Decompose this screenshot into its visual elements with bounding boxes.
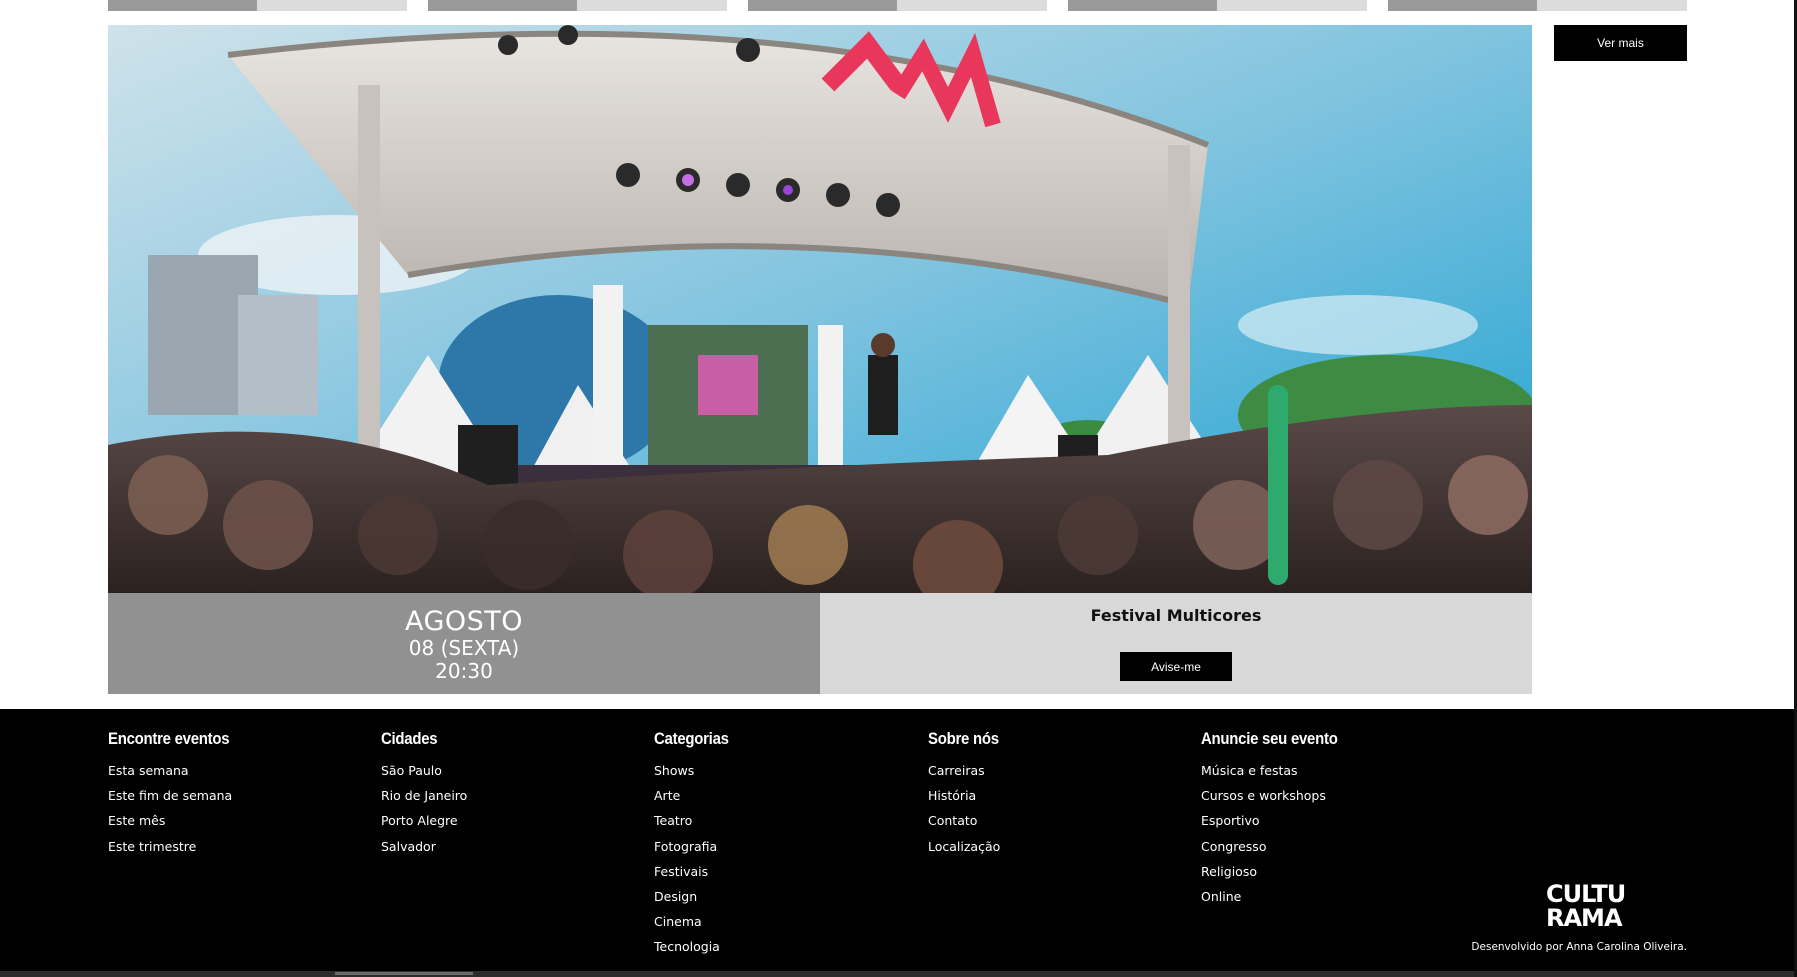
footer-column-cities: Cidades São Paulo Rio de Janeiro Porto A…: [381, 729, 467, 859]
card-strip: [428, 0, 727, 11]
event-time: 20:30: [435, 659, 493, 683]
footer-link[interactable]: Salvador: [381, 834, 467, 859]
footer-link[interactable]: Arte: [654, 783, 739, 808]
card-strip: [1388, 0, 1687, 11]
footer-column-about: Sobre nós Carreiras História Contato Loc…: [928, 729, 1008, 859]
footer-link[interactable]: Congresso: [1201, 834, 1356, 859]
previous-cards-row: [108, 0, 1687, 11]
footer-link[interactable]: Contato: [928, 808, 1008, 833]
footer-link[interactable]: Este trimestre: [108, 834, 246, 859]
footer-column-title: Cidades: [381, 729, 438, 748]
footer-link[interactable]: Este mês: [108, 808, 246, 833]
footer-link[interactable]: Esportivo: [1201, 808, 1356, 833]
logo-line: RAMA: [1546, 904, 1623, 932]
footer-link[interactable]: Teatro: [654, 808, 739, 833]
event-month: AGOSTO: [404, 606, 524, 637]
footer-link[interactable]: Rio de Janeiro: [381, 783, 467, 808]
footer-column-advertise: Anuncie seu evento Música e festas Curso…: [1201, 729, 1356, 909]
card-strip: [748, 0, 1047, 11]
event-info-panel: Festival Multicores Avise-me: [820, 593, 1532, 694]
horizontal-scrollbar[interactable]: [0, 971, 1794, 977]
footer-link[interactable]: Festivais: [654, 859, 739, 884]
event-image[interactable]: [108, 25, 1532, 593]
footer-column-title: Anuncie seu evento: [1201, 729, 1338, 748]
card-strip: [1068, 0, 1367, 11]
footer-link[interactable]: Cinema: [654, 909, 739, 934]
event-title: Festival Multicores: [1090, 606, 1262, 625]
footer-link[interactable]: Religioso: [1201, 859, 1356, 884]
footer-column-find-events: Encontre eventos Esta semana Este fim de…: [108, 729, 246, 859]
footer-link[interactable]: Shows: [654, 758, 739, 783]
culturama-logo[interactable]: CULTU RAMA: [1546, 880, 1626, 938]
footer-link[interactable]: História: [928, 783, 1008, 808]
footer-link[interactable]: Música e festas: [1201, 758, 1356, 783]
footer-column-title: Categorias: [654, 729, 729, 748]
see-more-button[interactable]: Ver mais: [1554, 25, 1687, 61]
footer-column-title: Encontre eventos: [108, 729, 230, 748]
footer-link[interactable]: São Paulo: [381, 758, 467, 783]
footer-link[interactable]: Porto Alegre: [381, 808, 467, 833]
footer-link[interactable]: Fotografia: [654, 834, 739, 859]
event-date-panel: AGOSTO 08 (SEXTA) 20:30: [108, 593, 820, 694]
developer-credit: Desenvolvido por Anna Carolina Oliveira.: [1471, 941, 1687, 953]
footer-link[interactable]: Online: [1201, 884, 1356, 909]
footer-link[interactable]: Tecnologia: [654, 934, 739, 959]
scrollbar-thumb[interactable]: [335, 972, 473, 975]
concert-stage-photo-icon: [108, 25, 1532, 593]
footer-link[interactable]: Cursos e workshops: [1201, 783, 1356, 808]
event-day: 08 (SEXTA): [408, 636, 520, 660]
site-footer: Encontre eventos Esta semana Este fim de…: [0, 709, 1794, 971]
footer-link[interactable]: Design: [654, 884, 739, 909]
notify-me-button[interactable]: Avise-me: [1120, 652, 1232, 681]
logo-line: CULTU: [1546, 880, 1626, 908]
footer-column-categories: Categorias Shows Arte Teatro Fotografia …: [654, 729, 739, 960]
footer-link[interactable]: Esta semana: [108, 758, 246, 783]
card-strip: [108, 0, 407, 11]
footer-link[interactable]: Carreiras: [928, 758, 1008, 783]
footer-link[interactable]: Este fim de semana: [108, 783, 246, 808]
footer-column-title: Sobre nós: [928, 729, 999, 748]
footer-link[interactable]: Localização: [928, 834, 1008, 859]
